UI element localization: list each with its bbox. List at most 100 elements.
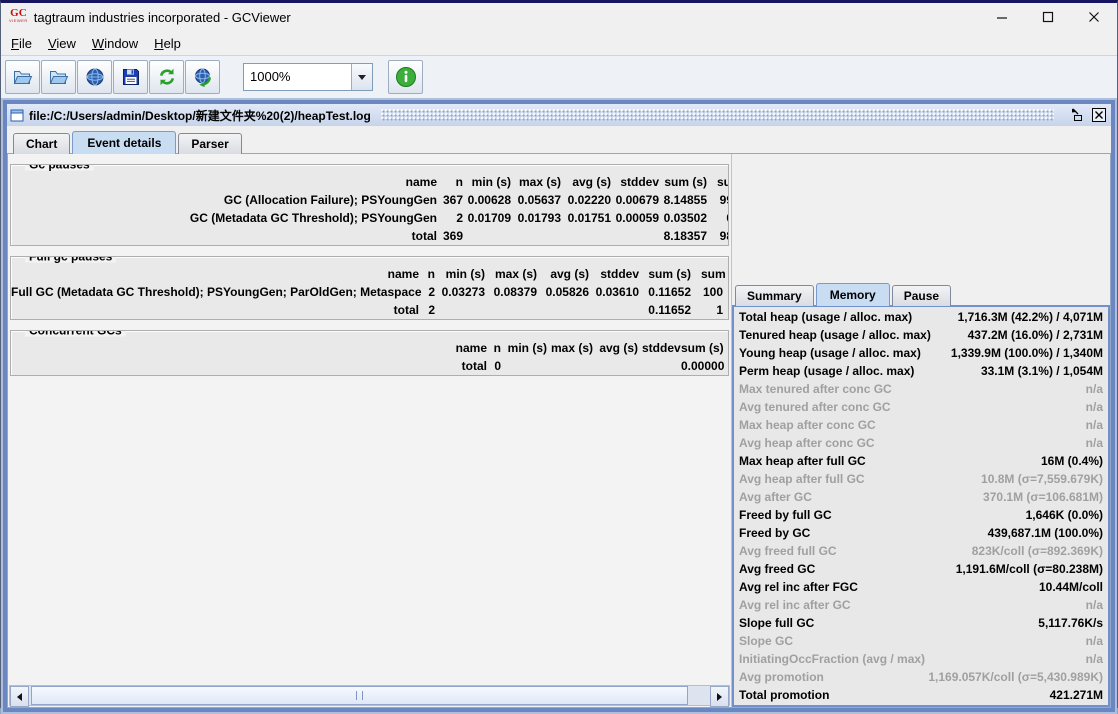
tab-memory[interactable]: Memory: [815, 283, 890, 306]
tab-parser[interactable]: Parser: [178, 133, 242, 154]
table-row[interactable]: total 369 8.18357 98: [11, 227, 728, 245]
cell-min: 0.01709: [467, 211, 511, 225]
refresh-icon: [159, 68, 174, 86]
table-row[interactable]: GC (Allocation Failure); PSYoungGen 367 …: [11, 191, 728, 209]
zoom-dropdown-button[interactable]: [351, 64, 372, 90]
table-row[interactable]: GC (Metadata GC Threshold); PSYoungGen 2…: [11, 209, 728, 227]
cell-n: n: [427, 267, 435, 281]
tab-event-details[interactable]: Event details: [72, 131, 177, 154]
export-button[interactable]: [113, 60, 148, 94]
cell-min: 0.00628: [467, 193, 511, 207]
table-row[interactable]: name n min (s) max (s) avg (s) stddev su…: [11, 339, 728, 357]
gcviewer-logo-icon: GC VIEWER: [9, 8, 28, 24]
horizontal-scrollbar[interactable]: [9, 685, 730, 707]
table-row[interactable]: total 2 0.11652 1: [11, 301, 728, 319]
stat-label: InitiatingOccFraction (avg / max): [739, 652, 926, 666]
stat-value: 437.2M (16.0%) / 2,731M: [967, 328, 1103, 342]
minimize-button[interactable]: [979, 3, 1025, 31]
gc-pauses-group: Gc pauses name n min (s) max (s) avg (s)…: [10, 164, 729, 246]
stat-value: 370.1M (σ=106.681M): [983, 490, 1103, 504]
stat-value: n/a: [1085, 652, 1103, 666]
restore-button[interactable]: [1067, 106, 1086, 124]
cell-name: name: [455, 341, 487, 355]
maximize-button[interactable]: [1025, 3, 1071, 31]
internal-frame-titlebar[interactable]: file:/C:/Users/admin/Desktop/新建文件夹%20(2)…: [7, 104, 1111, 126]
stat-label: Freed by full GC: [739, 508, 832, 522]
menu-file[interactable]: File: [3, 34, 40, 53]
about-icon: [395, 67, 416, 87]
table-row[interactable]: Full GC (Metadata GC Threshold); PSYoung…: [11, 283, 728, 301]
close-button[interactable]: [1071, 3, 1117, 31]
cell-max: max (s): [551, 341, 594, 355]
titlebar-texture: [380, 109, 1054, 121]
stat-row: Avg heap after conc GC n/a: [734, 434, 1108, 452]
cell-stddev: [593, 301, 643, 319]
table-row[interactable]: total 0 0.00000: [11, 357, 728, 375]
cell-sum-percent: 100: [702, 285, 723, 299]
open-url-icon: [86, 68, 103, 86]
menu-help[interactable]: Help: [146, 34, 189, 53]
refresh-button[interactable]: [149, 60, 184, 94]
document-window-icon: [10, 109, 24, 121]
pause-tables-panel: Gc pauses name n min (s) max (s) avg (s)…: [8, 154, 732, 707]
cell-n: 369: [442, 229, 463, 243]
stat-row: Perm heap (usage / alloc. max) 33.1M (3.…: [734, 362, 1108, 380]
concurrent-gcs-group: Concurrent GCs name n min (s) max (s) av…: [10, 330, 729, 376]
open-file-button[interactable]: [5, 60, 40, 94]
cell-sum-percent: sum (%): [717, 175, 728, 189]
cell-stddev: stddev: [642, 341, 681, 355]
cell-sum-percent: 1: [716, 303, 723, 317]
stat-label: Avg promotion: [739, 670, 824, 684]
stat-row: Max heap after conc GC n/a: [734, 416, 1108, 434]
cell-avg: avg (s): [599, 341, 638, 355]
stat-value: n/a: [1085, 436, 1103, 450]
scrollbar-track[interactable]: [29, 686, 710, 705]
cell-n: 2: [428, 285, 435, 299]
desktop-pane: file:/C:/Users/admin/Desktop/新建文件夹%20(2)…: [1, 98, 1117, 714]
watch-button[interactable]: [185, 60, 220, 94]
right-panel-spacer: [732, 154, 1110, 282]
table-row[interactable]: name n min (s) max (s) avg (s) stddev su…: [11, 265, 728, 283]
stat-row: Young heap (usage / alloc. max) 1,339.9M…: [734, 344, 1108, 362]
window-titlebar[interactable]: GC VIEWER tagtraum industries incorporat…: [1, 3, 1117, 31]
frame-close-icon: [1091, 108, 1106, 122]
stat-row: Avg rel inc after GC n/a: [734, 596, 1108, 614]
tab-summary[interactable]: Summary: [735, 285, 814, 306]
cell-avg: avg (s): [550, 267, 589, 281]
stat-label: Max heap after conc GC: [739, 418, 876, 432]
cell-name: total: [461, 359, 487, 373]
stat-row: Max tenured after conc GC n/a: [734, 380, 1108, 398]
about-button[interactable]: [388, 60, 423, 94]
frame-close-button[interactable]: [1089, 106, 1108, 124]
open-url-button[interactable]: [77, 60, 112, 94]
menu-view[interactable]: View: [40, 34, 84, 53]
cell-sum-percent: 0: [711, 209, 728, 227]
close-icon: [1089, 12, 1099, 22]
open-file-icon: [13, 71, 32, 84]
cell-avg: 0.02220: [567, 193, 611, 207]
watch-icon: [194, 68, 211, 87]
table-row[interactable]: name n min (s) max (s) avg (s) stddev su…: [11, 173, 728, 191]
tab-pause[interactable]: Pause: [891, 285, 952, 306]
menu-window[interactable]: Window: [84, 34, 146, 53]
cell-min: 0.03273: [441, 285, 485, 299]
cell-name: name: [405, 175, 437, 189]
open-recent-file-button[interactable]: [41, 60, 76, 94]
app-window: GC VIEWER tagtraum industries incorporat…: [0, 0, 1118, 714]
arrow-right-icon: [717, 692, 722, 701]
full-gc-pauses-title: Full gc pauses: [25, 257, 117, 263]
scrollbar-thumb[interactable]: [31, 686, 688, 705]
tab-chart[interactable]: Chart: [13, 133, 71, 154]
cell-min: min (s): [445, 267, 485, 281]
zoom-combobox[interactable]: 1000%: [243, 63, 373, 91]
scroll-right-button[interactable]: [710, 686, 729, 707]
stat-value: n/a: [1085, 382, 1103, 396]
cell-max: max (s): [518, 175, 561, 189]
cell-max: [551, 357, 597, 375]
cell-sum: sum (s): [681, 341, 724, 355]
scroll-left-button[interactable]: [10, 686, 29, 707]
cell-stddev: 0.00059: [615, 211, 659, 225]
cell-n: n: [455, 175, 463, 189]
stat-row: Total heap (usage / alloc. max) 1,716.3M…: [734, 308, 1108, 326]
cell-name: GC (Metadata GC Threshold); PSYoungGen: [189, 211, 437, 225]
